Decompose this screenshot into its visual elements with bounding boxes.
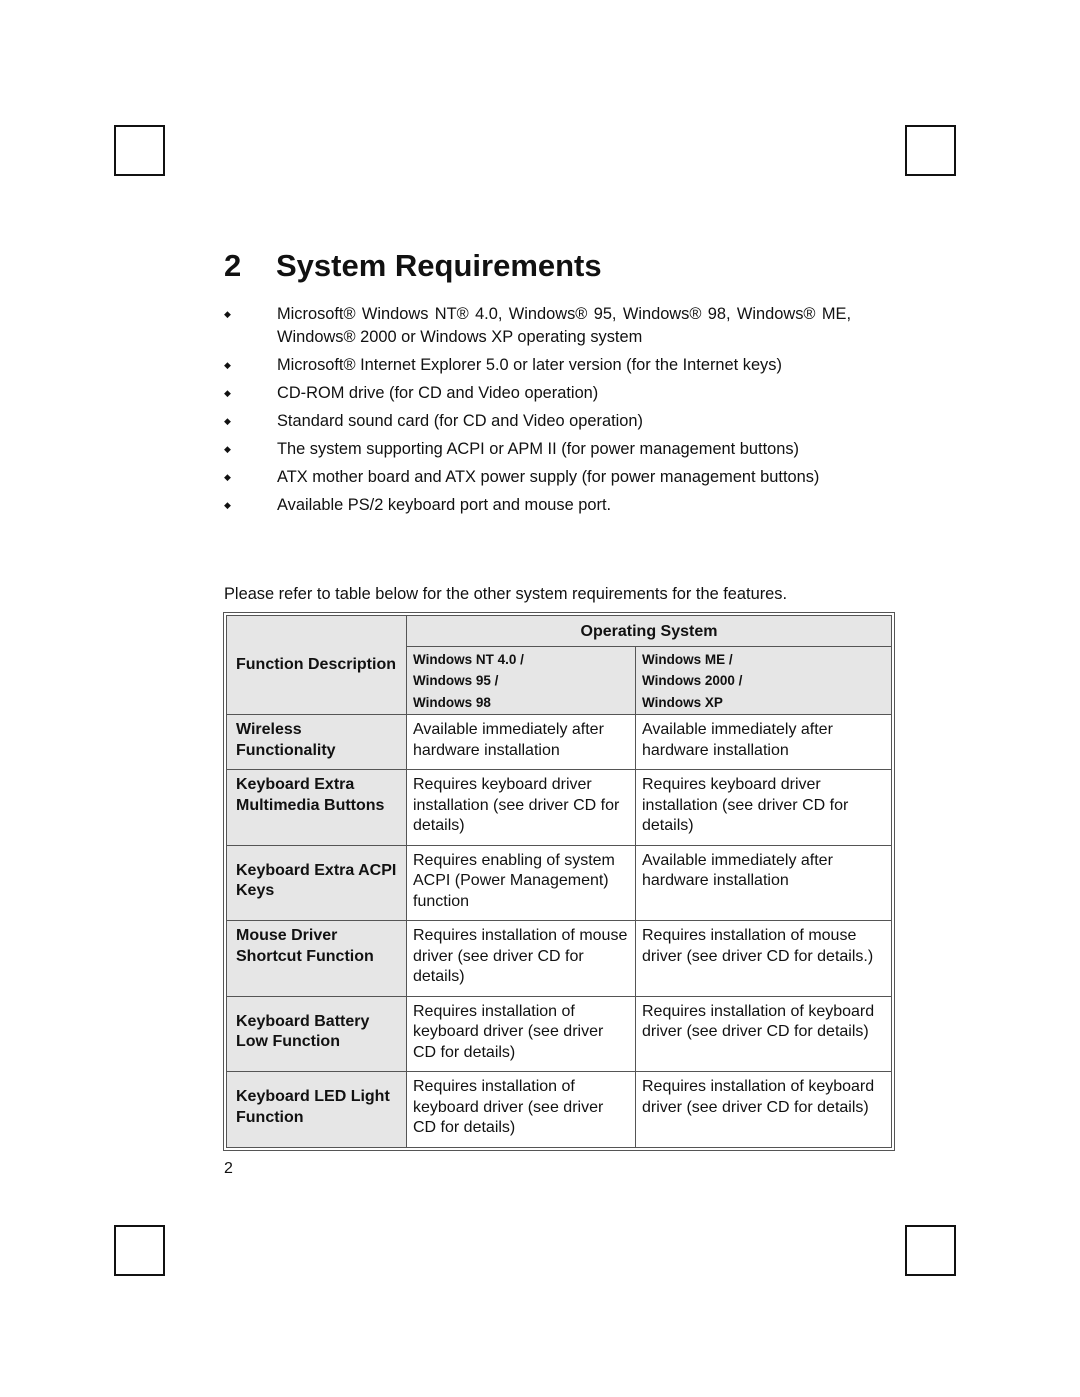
- function-description-header: Function Description: [226, 615, 407, 715]
- crop-mark-top-left: [114, 125, 165, 176]
- function-cell: Keyboard LED Light Function: [226, 1071, 407, 1148]
- function-cell: Wireless Functionality: [226, 714, 407, 770]
- diamond-bullet-icon: ◆: [224, 360, 231, 370]
- function-cell: Keyboard Battery Low Function: [226, 995, 407, 1072]
- crop-mark-bottom-left: [114, 1225, 165, 1276]
- requirement-item: ◆ Microsoft® Windows NT® 4.0, Windows® 95…: [224, 305, 851, 346]
- requirement-item: ◆ Available PS/2 keyboard port and mouse …: [224, 494, 851, 517]
- diamond-bullet-icon: ◆: [224, 388, 231, 398]
- requirement-item: ◆ The system supporting ACPI or APM II (f…: [224, 438, 851, 461]
- me-2000-xp-cell: Requires installation of keyboard driver…: [635, 995, 892, 1072]
- section-title: System Requirements: [276, 248, 602, 283]
- page-number: 2: [224, 1160, 233, 1177]
- me-2000-xp-cell: Available immediately after hardware ins…: [635, 844, 892, 921]
- requirements-table: Function Description Operating System Wi…: [226, 615, 892, 1148]
- requirement-item: ◆ Microsoft® Internet Explorer 5.0 or lat…: [224, 354, 851, 377]
- table-row: Keyboard Extra ACPI Keys Requires enabli…: [226, 844, 892, 921]
- nt-95-98-cell: Requires installation of keyboard driver…: [406, 995, 636, 1072]
- requirement-item: ◆ ATX mother board and ATX power supply (…: [224, 466, 851, 489]
- table-row: Keyboard Battery Low Function Requires i…: [226, 995, 892, 1072]
- crop-mark-bottom-right: [905, 1225, 956, 1276]
- function-cell: Keyboard Extra ACPI Keys: [226, 844, 407, 921]
- diamond-bullet-icon: ◆: [224, 444, 231, 454]
- os-column-header-1: Windows NT 4.0 /Windows 95 /Windows 98: [406, 645, 636, 715]
- diamond-bullet-icon: ◆: [224, 309, 231, 319]
- me-2000-xp-cell: Requires installation of mouse driver (s…: [635, 920, 892, 997]
- nt-95-98-cell: Requires installation of mouse driver (s…: [406, 920, 636, 997]
- operating-system-header: Operating System: [406, 615, 892, 647]
- diamond-bullet-icon: ◆: [224, 500, 231, 510]
- requirement-item: ◆ CD-ROM drive (for CD and Video operatio…: [224, 382, 851, 405]
- table-row: Keyboard LED Light Function Requires ins…: [226, 1071, 892, 1148]
- requirements-list: ◆ Microsoft® Windows NT® 4.0, Windows® 95…: [224, 303, 851, 522]
- requirements-table-frame: Function Description Operating System Wi…: [223, 612, 895, 1151]
- table-intro: Please refer to table below for the othe…: [224, 585, 788, 603]
- nt-95-98-cell: Available immediately after hardware ins…: [406, 714, 636, 770]
- os-column-header-2: Windows ME / Windows 2000 /Windows XP: [635, 645, 892, 715]
- nt-95-98-cell: Requires enabling of system ACPI (Power …: [406, 844, 636, 921]
- section-heading: 2 System Requirements: [224, 248, 602, 284]
- crop-mark-top-right: [905, 125, 956, 176]
- table-row: Mouse Driver Shortcut Function Requires …: [226, 920, 892, 997]
- me-2000-xp-cell: Requires keyboard driver installation (s…: [635, 769, 892, 846]
- diamond-bullet-icon: ◆: [224, 416, 231, 426]
- nt-95-98-cell: Requires installation of keyboard driver…: [406, 1071, 636, 1148]
- table-row: Keyboard Extra Multimedia Buttons Requir…: [226, 769, 892, 846]
- me-2000-xp-cell: Requires installation of keyboard driver…: [635, 1071, 892, 1148]
- section-number: 2: [224, 248, 242, 283]
- table-row: Wireless Functionality Available immedia…: [226, 714, 892, 770]
- requirement-item: ◆ Standard sound card (for CD and Video o…: [224, 410, 851, 433]
- function-cell: Keyboard Extra Multimedia Buttons: [226, 769, 407, 846]
- diamond-bullet-icon: ◆: [224, 472, 231, 482]
- function-cell: Mouse Driver Shortcut Function: [226, 920, 407, 997]
- nt-95-98-cell: Requires keyboard driver installation (s…: [406, 769, 636, 846]
- me-2000-xp-cell: Available immediately after hardware ins…: [635, 714, 892, 770]
